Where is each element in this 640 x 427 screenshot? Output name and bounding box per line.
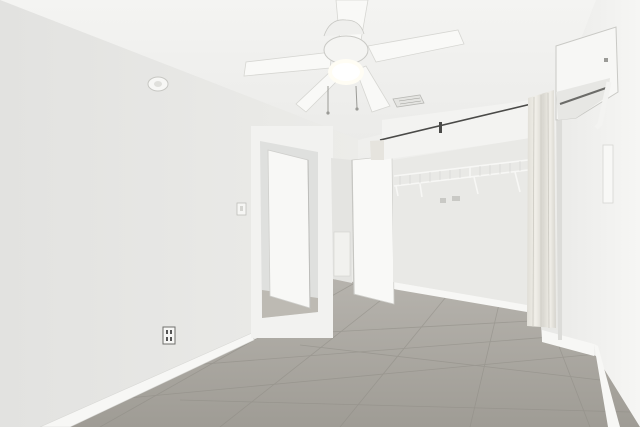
curtain-rod-bracket — [439, 122, 442, 133]
closet-interior — [393, 138, 530, 305]
electrical-outlet[interactable] — [162, 326, 176, 345]
hallway-door[interactable] — [267, 149, 311, 309]
closet-wall-anchor — [440, 198, 446, 203]
switch-toggle — [240, 206, 243, 211]
thermostat[interactable] — [602, 144, 614, 204]
bathroom-vanity — [333, 231, 351, 277]
closet-curtain[interactable] — [527, 90, 556, 328]
interior-door[interactable] — [351, 155, 395, 305]
smoke-detector — [147, 76, 169, 92]
bedroom-photo — [0, 0, 640, 427]
bedroom-illustration — [0, 0, 640, 427]
ceiling-light[interactable] — [328, 59, 364, 85]
closet-wall-anchor — [452, 196, 460, 201]
ac-status-light — [604, 58, 608, 62]
closet-curtain-left — [370, 140, 384, 160]
